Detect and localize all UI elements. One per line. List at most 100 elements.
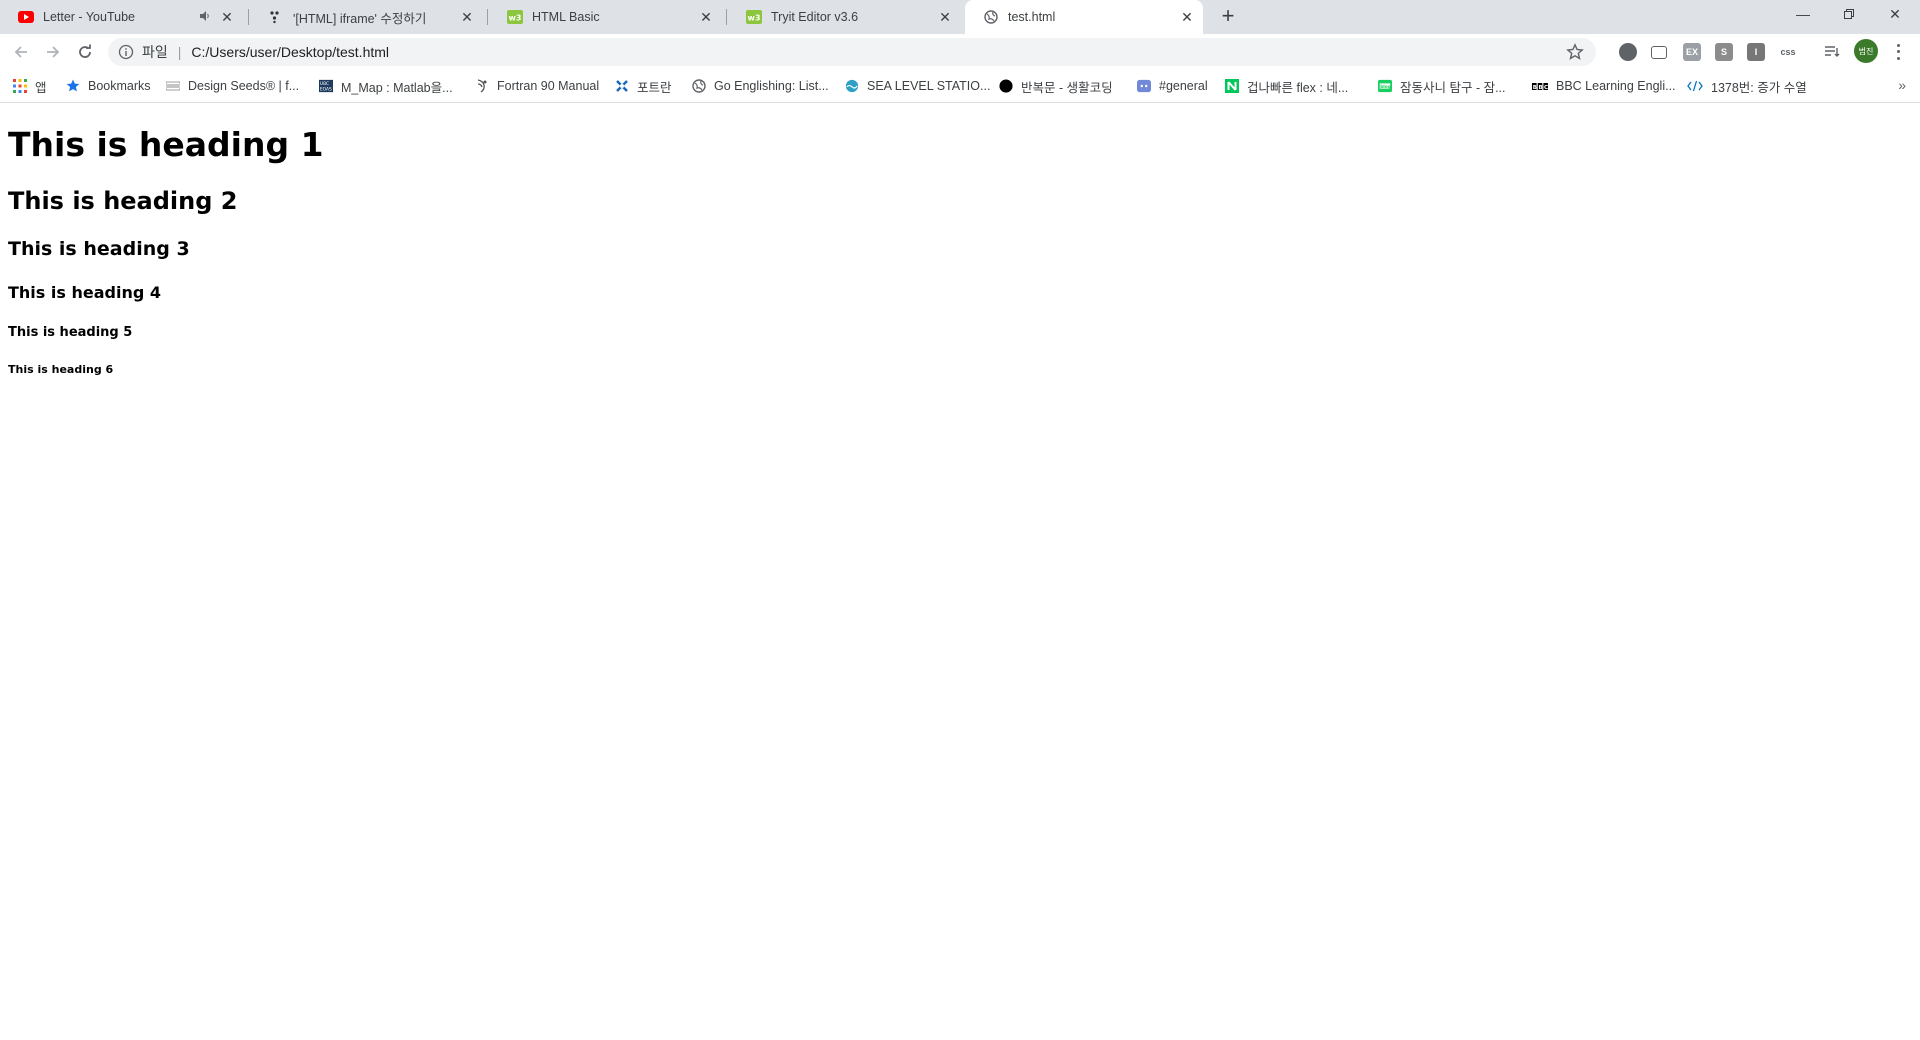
- bookmark-label: Go Englishing: List...: [714, 79, 829, 93]
- close-window-button[interactable]: ✕: [1872, 0, 1918, 30]
- close-tab-icon[interactable]: ✕: [1179, 9, 1195, 25]
- close-tab-icon[interactable]: ✕: [937, 9, 953, 25]
- info-icon[interactable]: [118, 44, 134, 60]
- globe-icon: [692, 79, 706, 93]
- heading-6: This is heading 6: [8, 363, 114, 376]
- bookmark-label: 반복문 - 생활코딩: [1021, 80, 1113, 95]
- velog-icon: [268, 9, 284, 25]
- bookmark-label: SEA LEVEL STATIO...: [867, 79, 991, 93]
- bookmark-label: 1378번: 증가 수열: [1711, 80, 1807, 95]
- heading-2: This is heading 2: [8, 187, 238, 215]
- extension-s-icon[interactable]: S: [1715, 43, 1733, 61]
- svg-text:EOAS: EOAS: [320, 86, 332, 92]
- scheme-label: 파일: [142, 44, 168, 60]
- bookmark-go-englishing[interactable]: Go Englishing: List...: [692, 70, 829, 102]
- extension-css-icon[interactable]: css: [1777, 43, 1799, 61]
- svg-text:w3: w3: [748, 14, 761, 23]
- bookmark-baekjoon[interactable]: 1378번: 증가 수열: [1687, 70, 1807, 102]
- svg-text:w3: w3: [509, 14, 522, 23]
- url-text[interactable]: C:/Users/user/Desktop/test.html: [191, 44, 389, 60]
- profile-avatar[interactable]: 범진: [1854, 39, 1878, 63]
- bookmark-apps[interactable]: 앱: [13, 70, 47, 102]
- bookmark-design-seeds[interactable]: Design Seeds® | f...: [166, 70, 299, 102]
- sea-level-icon: [845, 79, 859, 93]
- bookmark-bbc-learning[interactable]: BBC BBC Learning Engli...: [1532, 70, 1676, 102]
- unbc-icon: UBC EOAS: [319, 79, 333, 93]
- tab-separator: [248, 9, 249, 25]
- fortran-icon: [475, 79, 489, 93]
- heading-5: This is heading 5: [8, 325, 133, 340]
- blog-icon: blog: [1378, 79, 1392, 93]
- code-icon: [1687, 79, 1703, 93]
- globe-icon: [983, 9, 999, 25]
- tab-title: Tryit Editor v3.6: [771, 10, 859, 24]
- cross-icon: [615, 79, 629, 93]
- tab-separator: [726, 9, 727, 25]
- new-tab-button[interactable]: +: [1216, 5, 1240, 29]
- tab-strip: Letter - YouTube ✕ '[HTML] iframe' 수정하기 …: [0, 0, 1920, 34]
- heading-1: This is heading 1: [8, 125, 324, 164]
- bookmark-label: Fortran 90 Manual: [497, 79, 600, 93]
- bookmark-flex[interactable]: 겁나빠른 flex : 네...: [1225, 70, 1348, 102]
- close-tab-icon[interactable]: ✕: [459, 9, 475, 25]
- bookmark-fortran-manual[interactable]: Fortran 90 Manual: [475, 70, 599, 102]
- black-dot-icon: [999, 79, 1013, 93]
- page-content: This is heading 1 This is heading 2 This…: [0, 125, 1920, 376]
- tab-velog[interactable]: '[HTML] iframe' 수정하기 ✕: [250, 0, 483, 34]
- reload-button[interactable]: [73, 40, 97, 64]
- tab-title: Letter - YouTube: [43, 10, 135, 24]
- discord-icon: [1137, 79, 1151, 93]
- bookmark-blog[interactable]: blog 잠동사니 탐구 - 잠...: [1378, 70, 1506, 102]
- bookmark-label: 앱: [35, 80, 47, 95]
- restore-button[interactable]: [1826, 0, 1872, 30]
- bookmark-bookmarks[interactable]: Bookmarks: [66, 70, 151, 102]
- back-button[interactable]: [9, 40, 33, 64]
- extension-ex-icon[interactable]: EX: [1683, 43, 1701, 61]
- bookmark-label: 포트란: [637, 80, 672, 95]
- toolbar: 파일 | C:/Users/user/Desktop/test.html EX …: [0, 34, 1920, 70]
- tab-test-html[interactable]: test.html ✕: [965, 0, 1203, 34]
- tab-separator: [487, 9, 488, 25]
- bookmark-label: M_Map : Matlab을...: [341, 80, 453, 95]
- youtube-icon: [18, 9, 34, 25]
- address-bar[interactable]: 파일 | C:/Users/user/Desktop/test.html: [108, 38, 1596, 66]
- design-seeds-icon: [166, 79, 180, 93]
- extension-i-icon[interactable]: I: [1747, 43, 1765, 61]
- menu-icon[interactable]: [1890, 42, 1906, 62]
- apps-grid-icon: [13, 79, 27, 93]
- bookmark-label: Design Seeds® | f...: [188, 79, 300, 93]
- bookmark-opentutorials[interactable]: 반복문 - 생활코딩: [999, 70, 1113, 102]
- bookmark-star-icon[interactable]: [1566, 43, 1584, 61]
- svg-text:blog: blog: [1380, 84, 1391, 90]
- tab-html-basic[interactable]: w3 HTML Basic ✕: [489, 0, 722, 34]
- svg-text:B: B: [1533, 84, 1537, 89]
- extension-box-icon[interactable]: [1651, 46, 1667, 59]
- svg-text:UBC: UBC: [320, 81, 329, 87]
- bookmarks-bar: 앱 Bookmarks Design Seeds® | f... UBC EOAS…: [0, 70, 1920, 103]
- close-tab-icon[interactable]: ✕: [698, 9, 714, 25]
- forward-button[interactable]: [41, 40, 65, 64]
- minimize-button[interactable]: —: [1780, 0, 1826, 30]
- tab-title: HTML Basic: [532, 10, 600, 24]
- tab-youtube[interactable]: Letter - YouTube ✕: [0, 0, 243, 34]
- bookmark-label: 잠동사니 탐구 - 잠...: [1400, 80, 1506, 95]
- bbc-icon: BBC: [1532, 79, 1548, 93]
- bookmark-sea-level[interactable]: SEA LEVEL STATIO...: [845, 70, 990, 102]
- divider: |: [177, 44, 182, 60]
- heading-4: This is heading 4: [8, 283, 161, 302]
- bookmark-fortran-kr[interactable]: 포트란: [615, 70, 672, 102]
- svg-text:B: B: [1539, 84, 1543, 89]
- bookmark-m-map[interactable]: UBC EOAS M_Map : Matlab을...: [319, 70, 453, 102]
- bookmark-general[interactable]: #general: [1137, 70, 1208, 102]
- close-tab-icon[interactable]: ✕: [219, 9, 235, 25]
- speaker-icon[interactable]: [199, 10, 211, 25]
- extension-circle-icon[interactable]: [1619, 43, 1637, 61]
- bookmark-label: #general: [1159, 79, 1208, 93]
- tab-tryit-editor[interactable]: w3 Tryit Editor v3.6 ✕: [728, 0, 961, 34]
- tab-title: '[HTML] iframe' 수정하기: [293, 11, 427, 26]
- svg-text:C: C: [1544, 84, 1548, 89]
- tab-title: test.html: [1008, 10, 1056, 24]
- bookmark-label: BBC Learning Engli...: [1556, 79, 1676, 93]
- reading-list-icon[interactable]: [1823, 43, 1841, 61]
- more-bookmarks-icon[interactable]: »: [1898, 77, 1906, 93]
